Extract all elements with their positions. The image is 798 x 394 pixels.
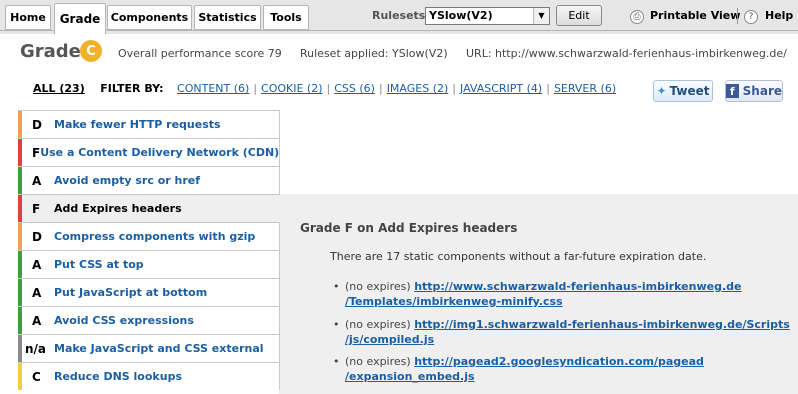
share-label: Share	[742, 84, 782, 98]
component-url-link-continued[interactable]: /js/compiled.js	[345, 333, 434, 346]
rule-name[interactable]: Make fewer HTTP requests	[54, 118, 221, 131]
bullet-icon: •	[333, 355, 340, 368]
rule-row-compress-gzip[interactable]: D Compress components with gzip	[18, 222, 280, 250]
grade-color-bar	[18, 139, 22, 166]
rule-grade: A	[32, 173, 42, 188]
help-icon[interactable]: ?	[744, 10, 758, 24]
tab-statistics[interactable]: Statistics	[194, 5, 261, 30]
facebook-share-button[interactable]: f Share	[725, 80, 783, 102]
grade-color-bar	[18, 167, 22, 194]
rule-row-avoid-css-expressions[interactable]: A Avoid CSS expressions	[18, 306, 280, 334]
grade-color-bar	[18, 195, 22, 222]
rule-row-add-expires-headers[interactable]: F Add Expires headers	[18, 194, 280, 222]
rule-name[interactable]: Add Expires headers	[54, 202, 182, 215]
ruleset-select-value: YSlow(V2)	[429, 9, 493, 22]
rule-grade: n/a	[25, 341, 47, 356]
rule-name[interactable]: Put CSS at top	[54, 258, 144, 271]
rule-row-js-at-bottom[interactable]: A Put JavaScript at bottom	[18, 278, 280, 306]
filter-images-link[interactable]: IMAGES (2)	[387, 82, 449, 95]
grade-color-bar	[18, 363, 22, 390]
grade-color-bar	[18, 251, 22, 278]
grade-color-bar	[18, 335, 22, 362]
page-url-text: URL: http://www.schwarzwald-ferienhaus-i…	[466, 47, 787, 60]
ruleset-select[interactable]: YSlow(V2) ▼	[425, 7, 550, 25]
rule-list: D Make fewer HTTP requests F Use a Conte…	[18, 110, 280, 390]
toolbar-separator	[737, 8, 738, 24]
filter-content-link[interactable]: CONTENT (6)	[177, 82, 249, 95]
rule-detail-title: Grade F on Add Expires headers	[300, 221, 518, 235]
filter-server-link[interactable]: SERVER (6)	[554, 82, 616, 95]
tab-grade[interactable]: Grade	[54, 3, 106, 34]
component-url-link[interactable]: http://www.schwarzwald-ferienhaus-imbirk…	[414, 280, 741, 293]
filter-bar: ALL (23) FILTER BY: CONTENT (6) | COOKIE (…	[33, 82, 617, 95]
help-link[interactable]: Help	[765, 9, 793, 22]
filter-javascript-link[interactable]: JAVASCRIPT (4)	[460, 82, 542, 95]
rule-row-reduce-dns-lookups[interactable]: C Reduce DNS lookups	[18, 362, 280, 390]
tab-components[interactable]: Components	[107, 5, 192, 30]
rule-row-external-js-css[interactable]: n/a Make JavaScript and CSS external	[18, 334, 280, 362]
twitter-bird-icon: ✦	[656, 84, 667, 98]
bullet-icon: •	[333, 280, 340, 293]
rule-grade: F	[32, 201, 41, 216]
tabbar-divider	[0, 30, 798, 31]
component-url-link[interactable]: http://pagead2.googlesyndication.com/pag…	[414, 355, 704, 368]
tab-home[interactable]: Home	[5, 5, 51, 30]
page-title: Grade	[20, 41, 81, 62]
expiry-status: (no expires)	[345, 355, 411, 368]
ruleset-applied-text: Ruleset applied: YSlow(V2)	[300, 47, 448, 60]
expiry-status: (no expires)	[345, 280, 411, 293]
rule-name[interactable]: Avoid CSS expressions	[54, 314, 194, 327]
facebook-icon: f	[726, 84, 739, 98]
rule-name[interactable]: Reduce DNS lookups	[54, 370, 182, 383]
rule-row-use-cdn[interactable]: F Use a Content Delivery Network (CDN)	[18, 138, 280, 166]
bullet-icon: •	[333, 318, 340, 331]
overall-score-text: Overall performance score 79	[118, 47, 282, 60]
tweet-label: Tweet	[669, 84, 710, 98]
rule-grade: A	[32, 313, 42, 328]
filter-all-link[interactable]: ALL (23)	[33, 82, 85, 95]
grade-color-bar	[18, 307, 22, 334]
rule-name[interactable]: Make JavaScript and CSS external	[54, 342, 264, 355]
rule-detail-description: There are 17 static components without a…	[330, 250, 707, 263]
component-list-item: • (no expires) http://pagead2.googlesynd…	[333, 354, 704, 384]
printer-icon[interactable]: ⎙	[630, 10, 644, 24]
tweet-button[interactable]: ✦ Tweet	[653, 80, 713, 102]
filter-css-link[interactable]: CSS (6)	[334, 82, 375, 95]
rule-grade: C	[32, 369, 41, 384]
component-url-link[interactable]: http://img1.schwarzwald-ferienhaus-imbir…	[414, 318, 790, 331]
component-url-link-continued[interactable]: /Templates/imbirkenweg-minify.css	[345, 295, 563, 308]
edit-ruleset-button[interactable]: Edit	[556, 5, 602, 26]
grade-color-bar	[18, 111, 22, 138]
rule-name[interactable]: Compress components with gzip	[54, 230, 255, 243]
component-list-item: • (no expires) http://www.schwarzwald-fe…	[333, 279, 741, 309]
filter-by-label: FILTER BY:	[100, 82, 164, 95]
rule-row-css-at-top[interactable]: A Put CSS at top	[18, 250, 280, 278]
rule-name[interactable]: Use a Content Delivery Network (CDN)	[40, 146, 279, 159]
rule-grade: A	[32, 285, 42, 300]
component-url-link-continued[interactable]: /expansion_embed.js	[345, 370, 475, 383]
top-navigation-bar: Home Grade Components Statistics Tools R…	[0, 0, 798, 34]
rule-row-make-fewer-http-requests[interactable]: D Make fewer HTTP requests	[18, 110, 280, 138]
expiry-status: (no expires)	[345, 318, 411, 331]
rule-grade: D	[32, 229, 42, 244]
rule-grade: A	[32, 257, 42, 272]
grade-color-bar	[18, 223, 22, 250]
rule-name[interactable]: Put JavaScript at bottom	[54, 286, 207, 299]
rule-name[interactable]: Avoid empty src or href	[54, 174, 200, 187]
rule-grade: D	[32, 117, 42, 132]
overall-grade-badge: C	[80, 40, 102, 62]
rule-row-avoid-empty-src[interactable]: A Avoid empty src or href	[18, 166, 280, 194]
chevron-down-icon[interactable]: ▼	[533, 8, 549, 24]
component-list-item: • (no expires) http://img1.schwarzwald-f…	[333, 317, 790, 347]
ruleset-label: Rulesets	[372, 9, 426, 22]
tab-tools[interactable]: Tools	[263, 5, 309, 30]
grade-color-bar	[18, 279, 22, 306]
filter-cookie-link[interactable]: COOKIE (2)	[261, 82, 322, 95]
printable-view-link[interactable]: Printable View	[650, 9, 740, 22]
